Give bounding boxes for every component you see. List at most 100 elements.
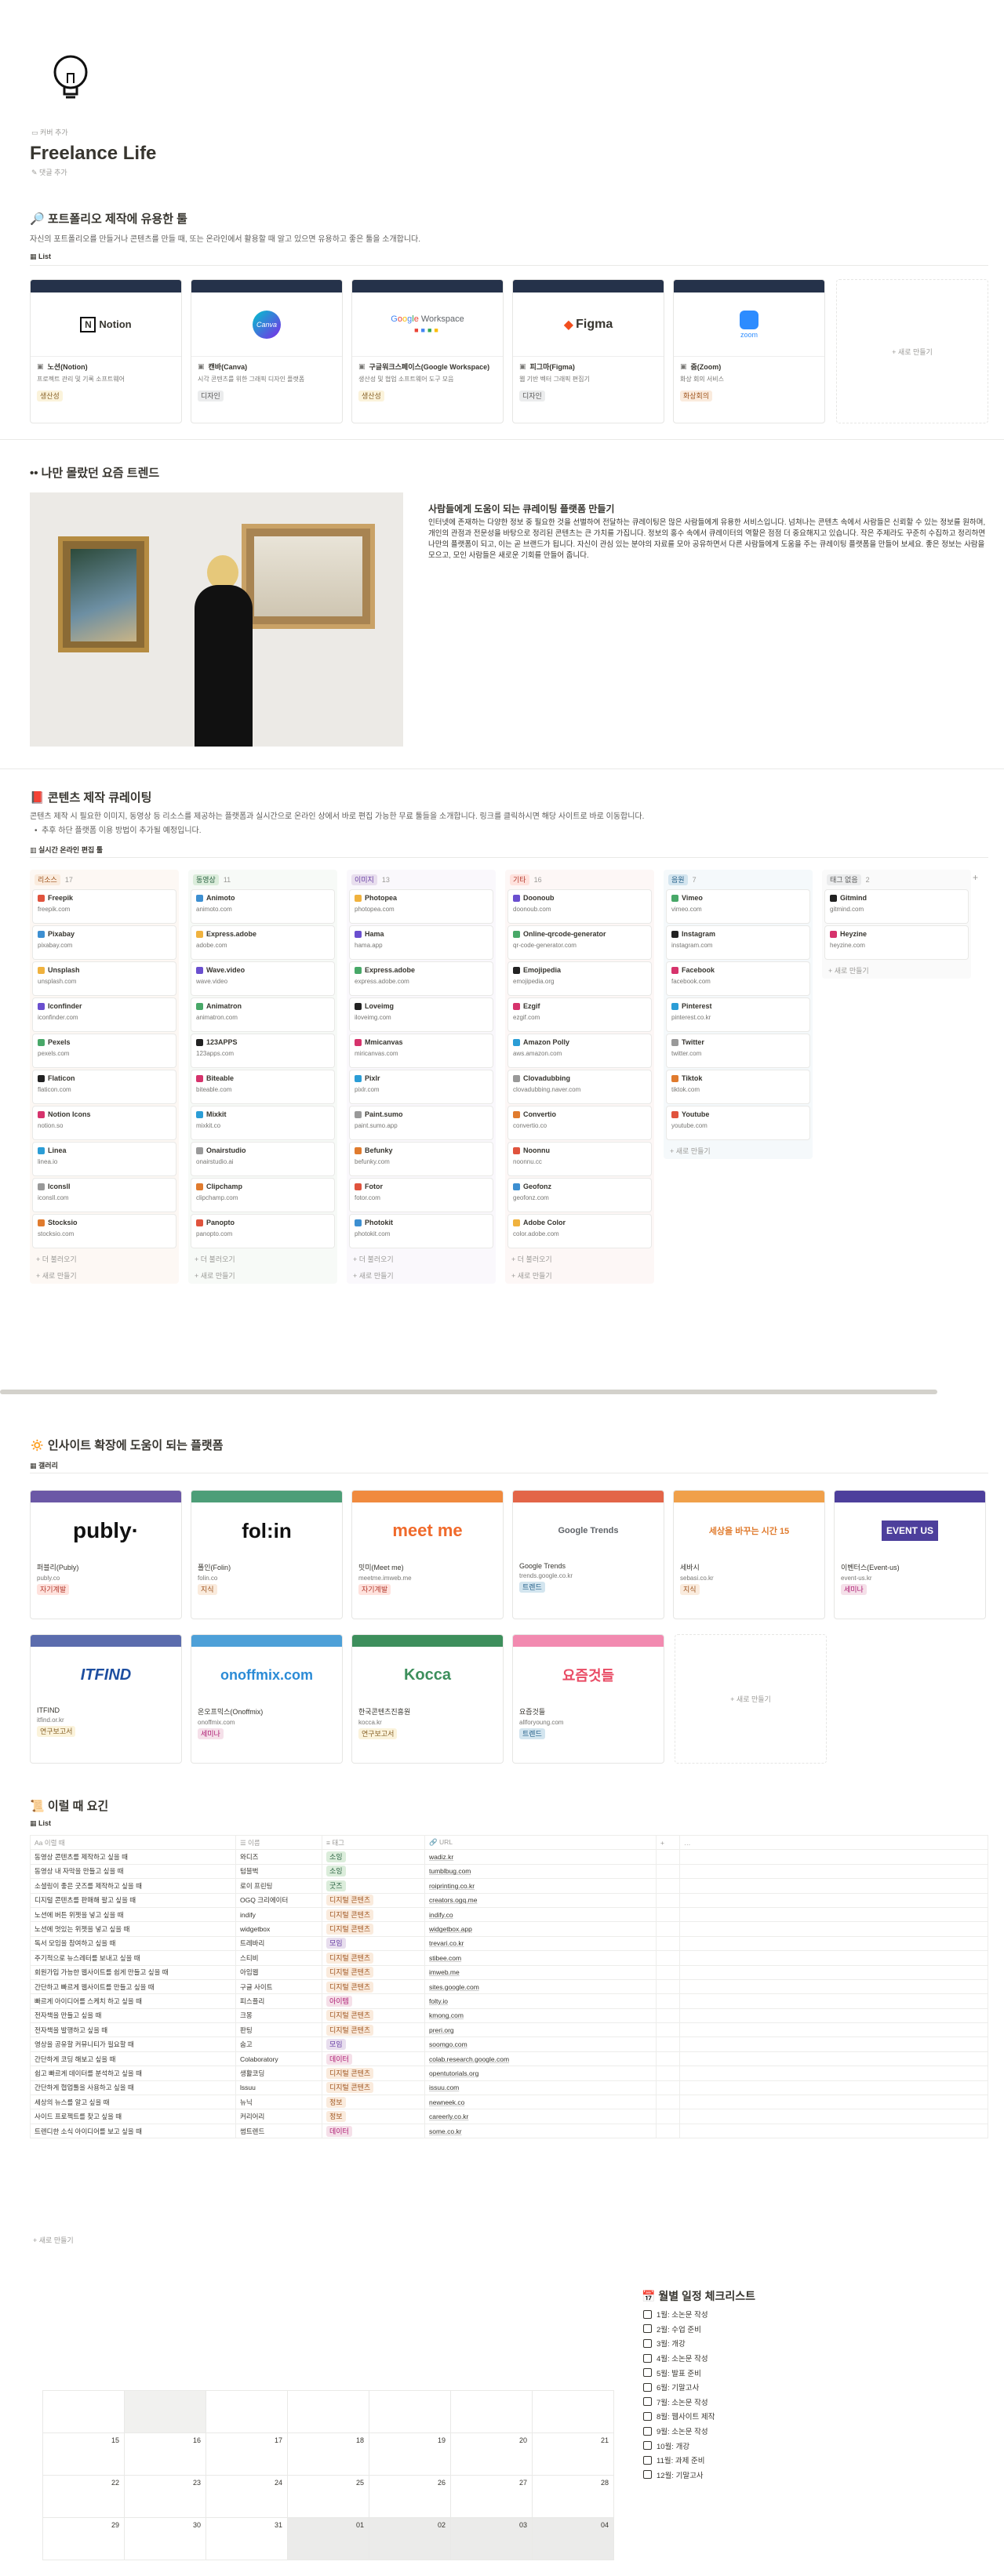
board-card[interactable]: Doonoub doonoub.com — [508, 890, 651, 923]
cell-url[interactable]: issuu.com — [424, 2080, 657, 2096]
board-card[interactable]: Pixabay pixabay.com — [33, 926, 176, 959]
checklist-item[interactable]: 5월: 발표 준비 — [643, 2365, 715, 2380]
column-new-button[interactable]: + 새로 만들기 — [347, 1267, 496, 1284]
platform-url[interactable]: trends.google.co.kr — [513, 1570, 664, 1579]
cell-when[interactable]: 전자책을 만들고 싶을 때 — [30, 2007, 236, 2024]
calendar-day[interactable]: 22 — [42, 2475, 125, 2518]
checklist-item[interactable]: 9월: 소논문 작성 — [643, 2424, 715, 2439]
cell-url[interactable]: wadiz.kr — [424, 1849, 657, 1865]
cell-when[interactable]: 트렌디한 소식 아이디어를 보고 싶을 때 — [30, 2123, 236, 2139]
cell-name[interactable]: 썸트렌드 — [235, 2123, 322, 2139]
gallery-card[interactable]: onoffmix.com 온오프믹스(Onoffmix) onoffmix.com 세… — [191, 1634, 343, 1764]
column-new-button[interactable]: + 새로 만들기 — [505, 1267, 654, 1284]
board-card[interactable]: Stocksio stocksio.com — [33, 1215, 176, 1248]
board-card[interactable]: Biteable biteable.com — [191, 1070, 334, 1103]
column-new-button[interactable]: + 새로 만들기 — [30, 1267, 179, 1284]
table-row[interactable]: 독서 모임을 참여하고 싶을 때 트레바리 모임 trevari.co.kr — [30, 1935, 988, 1952]
cell-url[interactable]: imweb.me — [424, 1964, 657, 1980]
board-card[interactable]: Photopea photopea.com — [350, 890, 493, 923]
cell-url[interactable]: colab.research.google.com — [424, 2051, 657, 2067]
gallery-card[interactable]: Google Trends Google Trends trends.google.… — [512, 1490, 664, 1619]
table-row[interactable]: 주기적으로 뉴스레터를 보내고 싶을 때 스티비 디지털 콘텐츠 stibee.com — [30, 1950, 988, 1966]
cell-url[interactable]: kmong.com — [424, 2007, 657, 2024]
cell-url[interactable]: widgetbox.app — [424, 1921, 657, 1937]
calendar-day[interactable]: 20 — [450, 2432, 533, 2476]
platform-url[interactable]: allforyoung.com — [513, 1717, 664, 1726]
board-card[interactable]: Mixkit mixkit.co — [191, 1106, 334, 1139]
cell-url[interactable]: stibee.com — [424, 1950, 657, 1966]
calendar-day[interactable]: 15 — [42, 2432, 125, 2476]
tool-card[interactable]: ◆ Figma ▣ 피그마(Figma) 웹 기반 벡터 그래픽 편집기 디자인 — [512, 279, 664, 423]
idea-view-tab[interactable]: ▦ List — [30, 1819, 51, 1828]
cell-url[interactable]: folty.io — [424, 1993, 657, 2009]
cell-when[interactable]: 독서 모임을 참여하고 싶을 때 — [30, 1935, 236, 1952]
checkbox-icon[interactable] — [643, 2324, 652, 2334]
calendar-day[interactable]: 25 — [287, 2475, 369, 2518]
column-name[interactable]: 음원 — [668, 874, 688, 885]
board-card[interactable]: Linea linea.io — [33, 1143, 176, 1175]
checkbox-icon[interactable] — [643, 2426, 652, 2436]
cell-url[interactable]: preri.org — [424, 2022, 657, 2038]
cell-name[interactable]: 텀블벅 — [235, 1863, 322, 1880]
calendar-day[interactable]: 29 — [42, 2517, 125, 2560]
column-name[interactable]: 동영상 — [193, 874, 219, 885]
board-card[interactable]: Animatron animatron.com — [191, 998, 334, 1031]
column-new-button[interactable]: + 새로 만들기 — [188, 1267, 337, 1284]
tool-card[interactable]: zoom ▣ 줌(Zoom) 화상 회의 서비스 화상회의 — [673, 279, 825, 423]
board-card[interactable]: Convertio convertio.co — [508, 1106, 651, 1139]
table-row[interactable]: 노션에 멋있는 위젯을 넣고 싶을 때 widgetbox 디지털 콘텐츠 widge… — [30, 1921, 988, 1937]
horizontal-scrollbar[interactable] — [0, 1390, 937, 1394]
board-card[interactable]: Loveimg iloveimg.com — [350, 998, 493, 1031]
cell-url[interactable]: tumblbug.com — [424, 1863, 657, 1880]
column-new-button[interactable]: + 새로 만들기 — [664, 1143, 813, 1159]
cell-url[interactable]: careerly.co.kr — [424, 2109, 657, 2124]
cell-when[interactable]: 세상의 뉴스를 알고 싶을 때 — [30, 2095, 236, 2110]
cell-name[interactable]: widgetbox — [235, 1921, 322, 1937]
platform-url[interactable]: kocca.kr — [352, 1717, 503, 1726]
calendar-day[interactable]: 01 — [287, 2517, 369, 2560]
checkbox-icon[interactable] — [643, 2455, 652, 2465]
table-row[interactable]: 동영상 내 자막을 만들고 싶을 때 텀블벅 소잉 tumblbug.com — [30, 1863, 988, 1880]
calendar-day[interactable]: 28 — [532, 2475, 614, 2518]
cell-name[interactable]: Colaboratory — [235, 2051, 322, 2067]
cell-when[interactable]: 노션에 멋있는 위젯을 넣고 싶을 때 — [30, 1921, 236, 1937]
platform-url[interactable]: meetme.imweb.me — [352, 1572, 503, 1582]
load-more-button[interactable]: + 더 불러오기 — [30, 1251, 179, 1267]
board-card[interactable]: Freepik freepik.com — [33, 890, 176, 923]
calendar-day[interactable] — [450, 2390, 533, 2433]
cell-when[interactable]: 주기적으로 뉴스레터를 보내고 싶을 때 — [30, 1950, 236, 1966]
column-name[interactable]: 기타 — [510, 874, 529, 885]
cell-name[interactable]: OGQ 크리에이터 — [235, 1892, 322, 1908]
checklist-item[interactable]: 11월: 과제 준비 — [643, 2453, 715, 2468]
board-card[interactable]: Online-qrcode-generator qr-code-generator… — [508, 926, 651, 959]
board-card[interactable]: Iconsll iconsll.com — [33, 1179, 176, 1212]
checklist-item[interactable]: 2월: 수업 준비 — [643, 2322, 715, 2337]
cell-when[interactable]: 사이드 프로젝트를 찾고 싶을 때 — [30, 2109, 236, 2124]
board-card[interactable]: Twitter twitter.com — [667, 1034, 809, 1067]
calendar-day[interactable]: 17 — [206, 2432, 288, 2476]
calendar-day[interactable]: 18 — [287, 2432, 369, 2476]
calendar-day[interactable]: 02 — [369, 2517, 451, 2560]
board-card[interactable]: Animoto animoto.com — [191, 890, 334, 923]
calendar-day[interactable]: 31 — [206, 2517, 288, 2560]
board-card[interactable]: Pixlr pixlr.com — [350, 1070, 493, 1103]
column-header-tag[interactable]: ≡ 태그 — [322, 1834, 425, 1851]
gallery-card[interactable]: publy· 퍼블리(Publy) publy.co 자기계발 — [30, 1490, 182, 1619]
board-card[interactable]: Photokit photokit.com — [350, 1215, 493, 1248]
gallery-card[interactable]: ITFIND ITFIND itfind.or.kr 연구보고서 — [30, 1634, 182, 1764]
calendar-day[interactable] — [532, 2390, 614, 2433]
board-card[interactable]: Express.adobe express.adobe.com — [350, 962, 493, 995]
cell-url[interactable]: trevari.co.kr — [424, 1935, 657, 1952]
calendar-day[interactable]: 03 — [450, 2517, 533, 2560]
cell-url[interactable]: roiprinting.co.kr — [424, 1878, 657, 1894]
board-card[interactable]: Adobe Color color.adobe.com — [508, 1215, 651, 1248]
board-card[interactable]: Emojipedia emojipedia.org — [508, 962, 651, 995]
checkbox-icon[interactable] — [643, 2397, 652, 2407]
add-column-button[interactable]: + — [656, 1834, 680, 1851]
checkbox-icon[interactable] — [643, 2441, 652, 2451]
cell-name[interactable]: 트레바리 — [235, 1935, 322, 1952]
checklist-item[interactable]: 3월: 개강 — [643, 2336, 715, 2351]
checklist-item[interactable]: 1월: 소논문 작성 — [643, 2307, 715, 2322]
platform-url[interactable]: folin.co — [191, 1572, 342, 1582]
tools-new-card[interactable]: + 새로 만들기 — [836, 279, 988, 423]
